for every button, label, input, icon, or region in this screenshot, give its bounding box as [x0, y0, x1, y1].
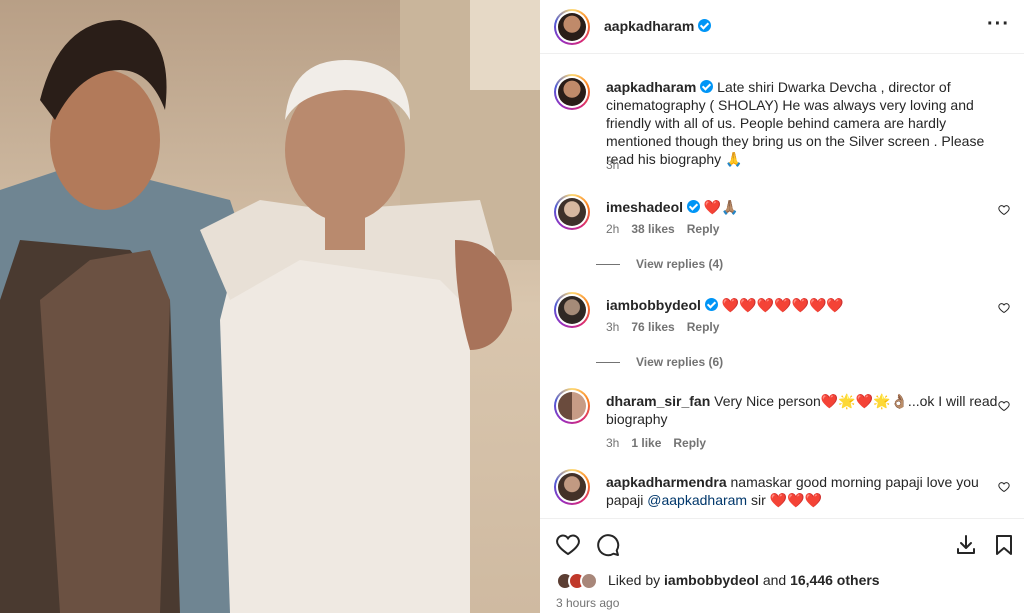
- comment-meta: 3h 76 likes Reply: [606, 320, 731, 334]
- liked-by-others[interactable]: 16,446 others: [790, 572, 880, 588]
- post-image[interactable]: [0, 0, 540, 613]
- caption-username[interactable]: aapkadharam: [606, 79, 696, 95]
- comment-avatar-ring[interactable]: [554, 292, 590, 328]
- author-username-text[interactable]: aapkadharam: [604, 18, 694, 34]
- comment-likes[interactable]: 1 like: [631, 436, 661, 450]
- comment-avatar[interactable]: [558, 392, 586, 420]
- caption-body: aapkadharam Late shiri Dwarka Devcha , d…: [606, 78, 998, 168]
- comment-username[interactable]: imeshadeol: [606, 199, 683, 215]
- comment-avatar[interactable]: [558, 473, 586, 501]
- comments-list[interactable]: aapkadharam Late shiri Dwarka Devcha , d…: [540, 55, 1024, 517]
- view-replies-button[interactable]: View replies (6): [596, 355, 723, 369]
- comment-time[interactable]: 3h: [606, 320, 619, 334]
- view-replies-button[interactable]: View replies (4): [596, 257, 723, 271]
- comment-avatar-ring[interactable]: [554, 469, 590, 505]
- comment-reply-button[interactable]: Reply: [687, 222, 720, 236]
- comment-avatar[interactable]: [558, 296, 586, 324]
- liked-by-user[interactable]: iambobbydeol: [664, 572, 759, 588]
- comment-body: iambobbydeol ❤️❤️❤️❤️❤️❤️❤️: [606, 296, 998, 314]
- comment-reply-button[interactable]: Reply: [687, 320, 720, 334]
- comment-text-after: sir ❤️❤️❤️: [747, 492, 822, 508]
- caption-meta: 3h: [606, 158, 631, 172]
- comment-icon[interactable]: [596, 533, 620, 557]
- comment-avatar-ring[interactable]: [554, 194, 590, 230]
- author-avatar-ring[interactable]: [554, 9, 590, 45]
- caption-avatar[interactable]: [558, 78, 586, 106]
- comment-mention-link[interactable]: @aapkadharam: [647, 492, 747, 508]
- comment-like-heart-icon[interactable]: [998, 204, 1010, 216]
- comment-reply-button[interactable]: Reply: [673, 436, 706, 450]
- caption-avatar-ring[interactable]: [554, 74, 590, 110]
- comment-like-heart-icon[interactable]: [998, 481, 1010, 493]
- post-timestamp[interactable]: 3 hours ago: [556, 596, 619, 610]
- comment-likes[interactable]: 38 likes: [631, 222, 674, 236]
- post-detail-panel: aapkadharam ··· aapkadharam Late shiri D…: [540, 0, 1024, 613]
- comment-meta: 2h 38 likes Reply: [606, 222, 731, 236]
- comment-avatar-ring[interactable]: [554, 388, 590, 424]
- comment-username[interactable]: iambobbydeol: [606, 297, 701, 313]
- verified-icon: [700, 80, 714, 93]
- comment-likes[interactable]: 76 likes: [631, 320, 674, 334]
- more-icon[interactable]: ···: [987, 14, 1010, 34]
- verified-icon: [704, 298, 718, 311]
- author-avatar[interactable]: [558, 13, 586, 41]
- comment-time[interactable]: 3h: [606, 436, 619, 450]
- comment-avatar[interactable]: [558, 198, 586, 226]
- comment-body: dharam_sir_fan Very Nice person❤️🌟❤️🌟👌🏽.…: [606, 392, 998, 428]
- comment-username[interactable]: dharam_sir_fan: [606, 393, 710, 409]
- comment-meta: 3h 1 like Reply: [606, 436, 718, 450]
- comment-text: ❤️❤️❤️❤️❤️❤️❤️: [721, 297, 844, 313]
- comment-username[interactable]: aapkadharmendra: [606, 474, 727, 490]
- comment-body: aapkadharmendra namaskar good morning pa…: [606, 473, 998, 509]
- comment-like-heart-icon[interactable]: [998, 302, 1010, 314]
- bookmark-icon[interactable]: [992, 533, 1016, 557]
- post-header: aapkadharam ···: [540, 0, 1024, 54]
- download-icon[interactable]: [954, 533, 978, 557]
- comment-like-heart-icon[interactable]: [998, 400, 1010, 412]
- liker-avatar[interactable]: [580, 572, 598, 590]
- verified-icon: [698, 19, 712, 32]
- likes-summary: Liked by iambobbydeol and 16,446 others: [608, 572, 880, 588]
- liked-by-and: and: [758, 572, 791, 588]
- post-photo-illustration: [0, 0, 540, 613]
- caption-time[interactable]: 3h: [606, 158, 619, 172]
- verified-icon: [687, 200, 701, 213]
- liked-by-prefix: Liked by: [608, 572, 665, 588]
- comment-text: ❤️🙏🏽: [703, 199, 739, 215]
- comment-body: imeshadeol ❤️🙏🏽: [606, 198, 998, 216]
- comment-time[interactable]: 2h: [606, 222, 619, 236]
- heart-icon[interactable]: [556, 533, 580, 557]
- author-username[interactable]: aapkadharam: [604, 18, 712, 34]
